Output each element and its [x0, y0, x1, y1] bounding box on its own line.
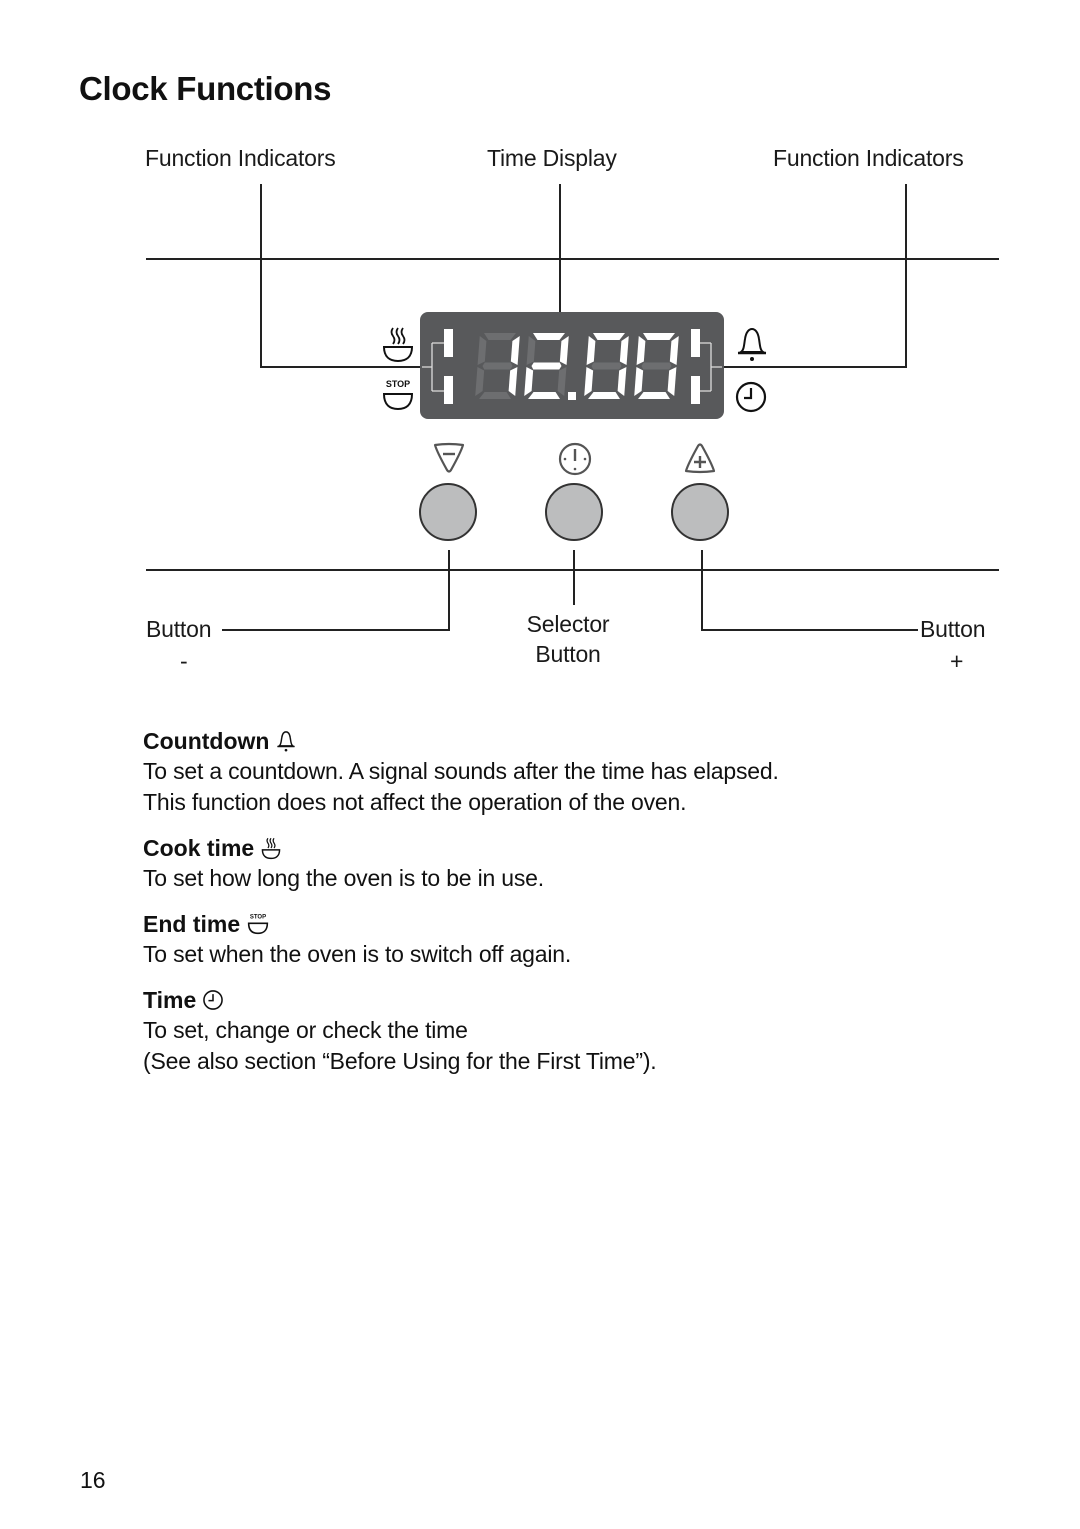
description-line: This function does not affect the operat…	[143, 789, 687, 815]
label-selector-line2: Button	[535, 641, 601, 667]
minus-triangle-icon	[433, 442, 465, 473]
segment-d-digit-2	[588, 392, 620, 399]
segment-a-digit-2	[593, 333, 625, 340]
section-description: To set, change or check the time (See al…	[143, 1015, 657, 1077]
countdown-bell-icon	[737, 327, 767, 361]
decimal-point	[568, 392, 576, 400]
segment-g-digit-1	[531, 362, 562, 370]
segment-d-digit-0	[479, 392, 511, 399]
label-button-plus: Button	[920, 616, 986, 642]
label-function-indicators-left: Function Indicators	[145, 145, 336, 171]
segment-g-digit-0	[482, 362, 513, 370]
segment-d-digit-3	[638, 392, 670, 399]
section-heading: Countdown	[143, 727, 270, 754]
plus-triangle-icon	[684, 443, 716, 474]
section-description: To set how long the oven is to be in use…	[143, 863, 544, 894]
minus-button[interactable]	[419, 483, 477, 541]
segment-a-digit-1	[533, 333, 565, 340]
leader-right-vertical	[905, 184, 907, 368]
section-heading: Cook time	[143, 834, 255, 861]
label-minus-sign: -	[180, 648, 188, 674]
section-end-time: End time STOP To set when the oven is to…	[143, 909, 571, 970]
description-line: (See also section “Before Using for the …	[143, 1048, 657, 1074]
leader-plus-horizontal	[701, 629, 918, 631]
label-plus-sign: +	[950, 648, 964, 674]
indicator-bar-time	[691, 376, 700, 404]
leader-plus-vertical	[701, 550, 703, 631]
label-button-minus: Button	[146, 616, 212, 642]
segment-a-digit-0	[484, 333, 516, 340]
section-heading: End time	[143, 910, 241, 937]
section-cook-time: Cook time To set how long the oven is to…	[143, 833, 544, 894]
section-time: Time To set, change or check the time (S…	[143, 985, 657, 1077]
leader-left-horizontal	[260, 366, 422, 368]
description-line: To set when the oven is to switch off ag…	[143, 941, 572, 967]
cook-time-icon	[261, 837, 281, 860]
bell-icon	[277, 731, 296, 752]
end-time-stop-icon: STOP	[382, 379, 414, 411]
svg-text:STOP: STOP	[386, 379, 410, 389]
segment-g-digit-2	[591, 362, 622, 370]
segment-g-digit-3	[641, 362, 672, 370]
page-number: 16	[80, 1467, 106, 1493]
segment-d-digit-1	[528, 392, 560, 399]
label-selector-line1: Selector	[526, 611, 610, 637]
leader-display	[559, 184, 561, 322]
section-countdown: Countdown To set a countdown. A signal s…	[143, 726, 779, 818]
leader-selector	[573, 550, 575, 605]
panel-top-edge	[146, 258, 999, 260]
indicator-bar-end-time	[444, 376, 453, 404]
end-time-stop-icon: STOP	[247, 915, 269, 935]
cook-time-icon	[382, 327, 414, 363]
indicator-bar-cook-time	[444, 329, 453, 357]
label-time-display: Time Display	[487, 145, 617, 171]
indicator-bar-countdown	[691, 329, 700, 357]
section-description: To set a countdown. A signal sounds afte…	[143, 756, 779, 818]
clock-icon	[203, 990, 224, 1010]
section-description: To set when the oven is to switch off ag…	[143, 939, 571, 970]
leader-right-horizontal	[722, 366, 907, 368]
description-line: To set, change or check the time	[143, 1017, 468, 1043]
plus-button[interactable]	[671, 483, 729, 541]
segment-a-digit-3	[643, 333, 675, 340]
svg-text:STOP: STOP	[250, 915, 266, 921]
time-display	[420, 312, 724, 419]
leader-minus-horizontal	[222, 629, 450, 631]
selector-clock-icon	[558, 442, 592, 476]
section-heading: Time	[143, 986, 197, 1013]
clock-time-icon	[735, 381, 767, 413]
clock-panel-diagram: Function Indicators Time Display Functio…	[0, 0, 1080, 700]
leader-minus-vertical	[448, 550, 450, 631]
label-function-indicators-right: Function Indicators	[773, 145, 964, 171]
selector-button[interactable]	[545, 483, 603, 541]
description-line: To set how long the oven is to be in use…	[143, 865, 544, 891]
leader-left-vertical	[260, 184, 262, 368]
description-line: To set a countdown. A signal sounds afte…	[143, 758, 779, 784]
